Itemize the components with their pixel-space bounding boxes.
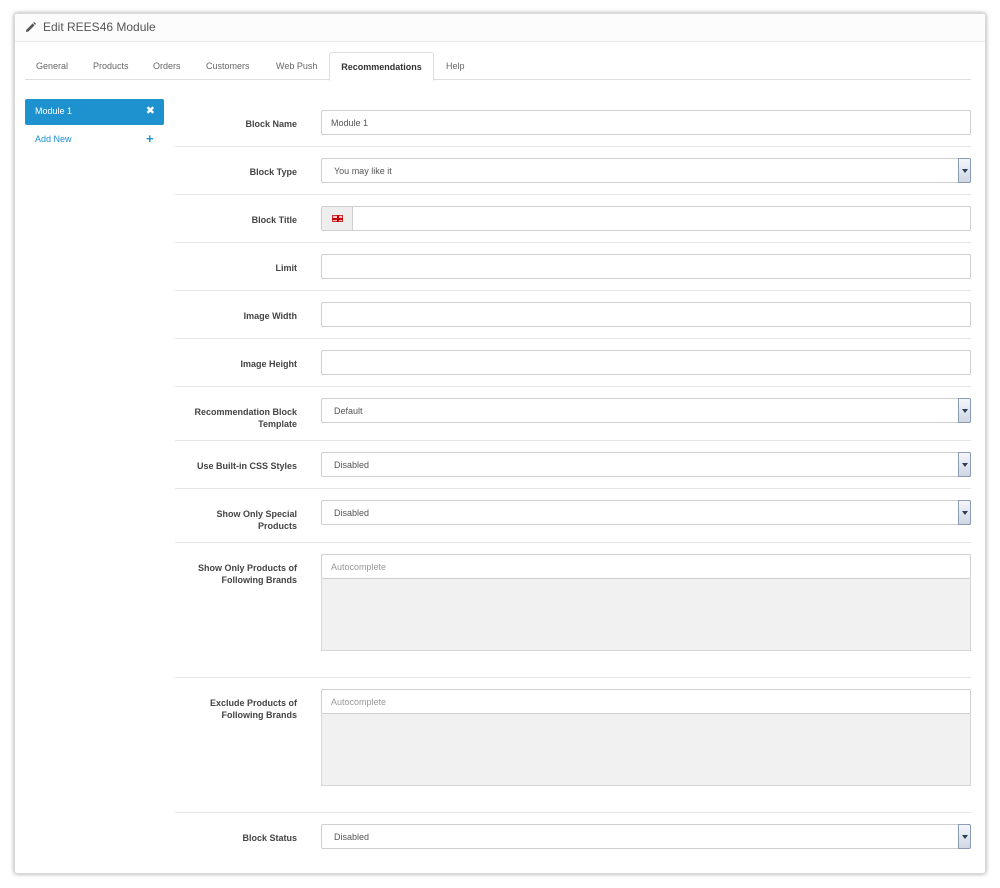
row-divider <box>175 386 971 387</box>
row-divider <box>175 488 971 489</box>
tab-customers[interactable]: Customers <box>206 52 250 80</box>
chevron-down-icon[interactable] <box>958 398 971 423</box>
tab-general[interactable]: General <box>36 52 68 80</box>
module-edit-panel: Edit REES46 Module General Products Orde… <box>14 13 986 874</box>
special-products-select[interactable]: Disabled <box>321 500 971 525</box>
tab-products[interactable]: Products <box>93 52 129 80</box>
panel-heading: Edit REES46 Module <box>15 14 985 42</box>
image-height-label: Image Height <box>240 359 297 369</box>
chevron-down-icon[interactable] <box>958 158 971 183</box>
include-brands-autocomplete[interactable]: Autocomplete <box>321 554 971 579</box>
row-divider <box>175 542 971 543</box>
block-name-value: Module 1 <box>331 118 369 128</box>
sidebar-item-label: Module 1 <box>35 106 73 116</box>
exclude-brands-list <box>321 714 971 786</box>
row-divider <box>175 242 971 243</box>
limit-label: Limit <box>275 263 298 273</box>
row-divider <box>175 146 971 147</box>
image-height-input[interactable] <box>321 350 971 375</box>
include-brands-list <box>321 579 971 651</box>
limit-input[interactable] <box>321 254 971 279</box>
plus-icon[interactable]: + <box>146 131 154 146</box>
image-width-label: Image Width <box>243 311 297 321</box>
block-name-label: Block Name <box>245 119 297 129</box>
row-divider <box>175 677 971 678</box>
language-addon <box>322 207 353 230</box>
tab-recommendations[interactable]: Recommendations <box>329 52 434 81</box>
chevron-down-icon[interactable] <box>958 500 971 525</box>
add-new-link[interactable]: Add New <box>35 134 72 144</box>
exclude-brands-label: Exclude Products of Following Brands <box>209 698 297 720</box>
exclude-brands-placeholder: Autocomplete <box>331 697 387 707</box>
page-title: Edit REES46 Module <box>43 20 156 34</box>
special-products-value: Disabled <box>334 508 370 518</box>
css-styles-label: Use Built-in CSS Styles <box>196 461 297 471</box>
block-type-value: You may like it <box>334 166 392 176</box>
css-styles-select[interactable]: Disabled <box>321 452 971 477</box>
image-width-input[interactable] <box>321 302 971 327</box>
tab-web-push[interactable]: Web Push <box>276 52 317 80</box>
block-title-input[interactable] <box>321 206 971 231</box>
uk-flag-icon <box>332 215 343 222</box>
include-brands-placeholder: Autocomplete <box>331 562 387 572</box>
pencil-icon <box>25 22 36 33</box>
row-divider <box>175 290 971 291</box>
template-select[interactable]: Default <box>321 398 971 423</box>
tab-help[interactable]: Help <box>446 52 465 80</box>
block-title-label: Block Title <box>251 215 297 225</box>
row-divider <box>175 812 971 813</box>
block-name-input[interactable]: Module 1 <box>321 110 971 135</box>
block-status-label: Block Status <box>242 833 297 843</box>
block-type-label: Block Type <box>249 167 297 177</box>
template-label: Recommendation Block Template <box>194 407 297 429</box>
chevron-down-icon[interactable] <box>958 452 971 477</box>
css-styles-value: Disabled <box>334 460 370 470</box>
row-divider <box>175 194 971 195</box>
tab-bar: General Products Orders Customers Web Pu… <box>25 52 971 81</box>
block-status-select[interactable]: Disabled <box>321 824 971 849</box>
row-divider <box>175 338 971 339</box>
chevron-down-icon[interactable] <box>958 824 971 849</box>
row-divider <box>175 440 971 441</box>
template-value: Default <box>334 406 363 416</box>
tab-orders[interactable]: Orders <box>153 52 181 80</box>
include-brands-label: Show Only Products of Following Brands <box>197 563 297 585</box>
special-products-label: Show Only Special Products <box>216 509 297 531</box>
sidebar-item-module-1[interactable]: Module 1 ✖ <box>25 99 164 125</box>
exclude-brands-autocomplete[interactable]: Autocomplete <box>321 689 971 714</box>
remove-module-icon[interactable]: ✖ <box>146 104 155 117</box>
block-status-value: Disabled <box>334 832 370 842</box>
block-type-select[interactable]: You may like it <box>321 158 971 183</box>
